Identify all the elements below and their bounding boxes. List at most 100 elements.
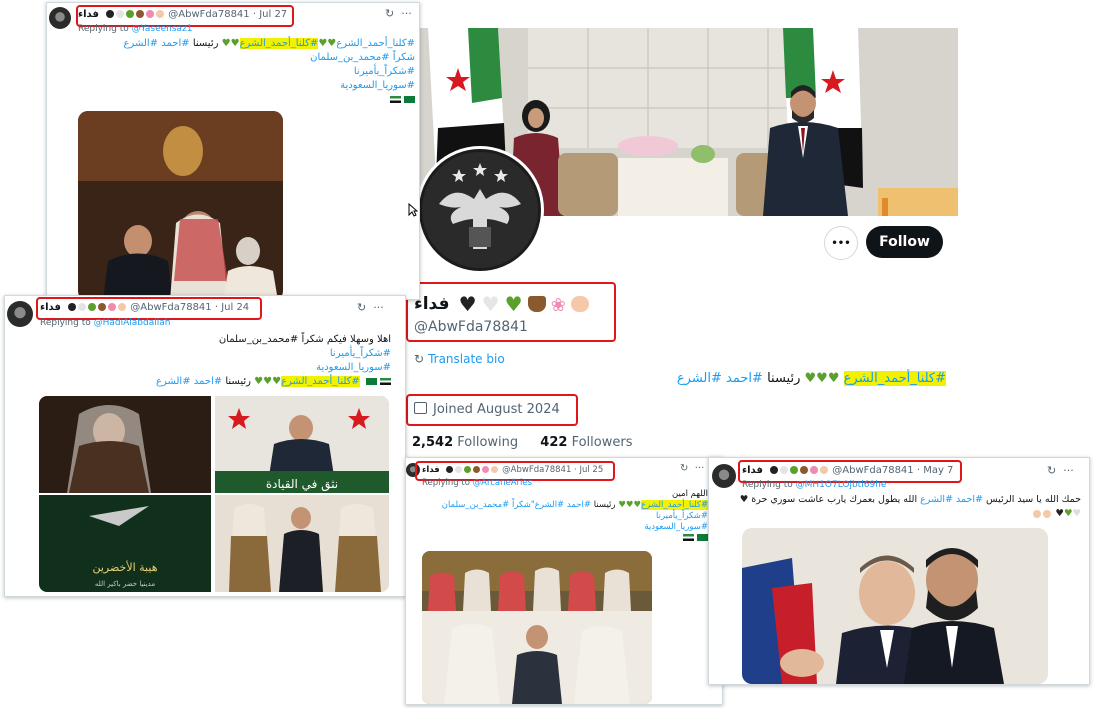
tweet-line-3: #سوريا_السعودية (316, 362, 391, 373)
tweet-text-word: رئيسنا (192, 38, 219, 49)
tweet-line-4: #سوريا_السعودية (644, 522, 708, 532)
avatar[interactable] (49, 7, 71, 29)
tweet-actions: ↻ ··· (680, 463, 704, 474)
tweet-line-2: شكراً #محمد_بن_سلمان (310, 52, 415, 63)
bio-hashtag-highlight[interactable]: #كلنا_أحمد_الشرع (843, 371, 946, 386)
hashtag[interactable]: #احمد #الشرع (920, 494, 983, 505)
profile-panel: ••• Follow فداء ♥ ♥ ♥ ❀ @AbwFda78841 ↻ Tr… (404, 28, 960, 464)
replying-to: Replying to @ArcaneAries (422, 478, 532, 488)
replying-to-handle[interactable]: @HadiAlabdallah (94, 318, 171, 328)
replying-prefix: Replying to (742, 480, 793, 490)
syria-flag-icon (380, 377, 391, 385)
tweet-text: #كلنا_أحمد_الشرع♥♥#كلنا_أحمد_الشرع♥♥ رئي… (75, 37, 415, 107)
saudi-flag-icon (697, 534, 708, 541)
image-caption-top: نثق في القيادة (266, 477, 338, 492)
following-link[interactable]: 2,542 Following (412, 435, 518, 450)
tweet-photo[interactable] (742, 528, 1048, 684)
tweet-line-1: #كلنا_أحمد_الشرع♥♥#كلنا_أحمد_الشرع♥♥ رئي… (123, 38, 415, 49)
tweet-line-3: #شكراً_يأميرنا (353, 66, 415, 77)
tweet-photo[interactable] (78, 111, 283, 299)
grok-icon[interactable]: ↻ (680, 463, 688, 474)
tweet-card-may7[interactable]: فداء @AbwFda78841 · May 7 ↻ ··· Replying… (708, 457, 1090, 685)
tweet-text: اللهم امين #كلنا_أحمد_الشرع♥♥♥ رئيسنا #ا… (418, 489, 708, 544)
hashtag[interactable]: #كلنا_أحمد_الشرع (336, 38, 415, 49)
more-icon[interactable]: ··· (401, 7, 412, 20)
grok-icon[interactable]: ↻ (357, 301, 366, 314)
following-label: Following (457, 435, 519, 450)
image-caption-small: مدينيا خضر باكير الله (95, 580, 155, 588)
hashtag[interactable]: #احمد #الشرع (156, 376, 222, 387)
flags-row (418, 533, 708, 544)
flags-row (75, 93, 415, 107)
more-icon[interactable]: ··· (695, 463, 705, 474)
replying-prefix: Replying to (422, 478, 470, 488)
profile-avatar[interactable] (416, 146, 544, 274)
tweet-text-word: رئيسنا (593, 500, 616, 510)
replying-to: Replying to @MH1O7LOjbtl69he (742, 480, 886, 490)
hashtag[interactable]: #احمد #الشرع (535, 500, 591, 510)
image-caption-bottom: هيبة الأخضرين (92, 560, 157, 574)
replying-prefix: Replying to (78, 24, 129, 34)
tweet-line-2: #كلنا_أحمد_الشرع♥♥♥ رئيسنا #احمد #الشرع"… (441, 500, 708, 510)
bio-hearts: ♥♥♥ (804, 371, 840, 386)
tweet-card-jul24[interactable]: فداء @AbwFda78841 · Jul 24 ↻ ··· Replyin… (4, 295, 406, 597)
profile-bio: #كلنا_أحمد_الشرع ♥♥♥ رئيسنا #احمد #الشرع (634, 371, 946, 386)
hashtag[interactable]: #احمد #الشرع (123, 38, 189, 49)
tweet-line-2: #شكراً_يأميرنا (329, 348, 391, 359)
saudi-flag-icon (366, 377, 377, 385)
tweet-text: حمك الله يا سيد الرئيس #احمد #الشرع الله… (731, 493, 1081, 521)
tweet-actions: ↻ ··· (357, 301, 384, 314)
tweet-card-jul27[interactable]: فداء @AbwFda78841 · Jul 27 ↻ ··· Replyin… (46, 2, 420, 300)
followers-label: Followers (571, 435, 633, 450)
tweet-line-3: #شكراً_يأميرنا (656, 511, 708, 521)
saudi-flag-icon (404, 95, 415, 103)
bio-hashtag-sharaa[interactable]: #الشرع (677, 371, 722, 386)
mouse-cursor-icon (408, 202, 419, 217)
following-count: 2,542 (412, 435, 454, 450)
tweet-line-4: #كلنا_أحمد_الشرع♥♥♥ رئيسنا #احمد #الشرع (31, 375, 391, 389)
replying-to-handle[interactable]: @Yaseensaz1 (132, 24, 193, 34)
grok-icon[interactable]: ↻ (385, 7, 394, 20)
tweet-text: اهلا وسهلا فيكم شكراً #محمد_بن_سلمان #شك… (31, 333, 391, 389)
profile-name-annotation (406, 282, 616, 342)
avatar[interactable] (7, 301, 33, 327)
tweet-actions: ↻ ··· (385, 7, 412, 20)
tweet-actions: ↻ ··· (1047, 464, 1074, 477)
avatar[interactable] (712, 464, 736, 488)
translate-icon: ↻ (414, 352, 425, 366)
hashtag[interactable]: "شكراً #محمد_بن_سلمان (442, 500, 535, 510)
tweet-text-word: حمك الله يا سيد الرئيس (986, 494, 1081, 505)
replying-prefix: Replying to (40, 318, 91, 328)
more-options-button[interactable]: ••• (824, 226, 858, 260)
tweet-card-jul25[interactable]: فداء @AbwFda78841 · Jul 25 ↻ ··· Replyin… (405, 457, 723, 705)
translate-label: Translate bio (428, 352, 505, 366)
victory-hand-icon (1033, 509, 1042, 518)
header-annotation (36, 297, 262, 320)
tweet-line-2: ♥♥♥ (731, 507, 1081, 521)
followers-link[interactable]: 422 Followers (540, 435, 632, 450)
more-icon[interactable]: ··· (373, 301, 384, 314)
follow-stats: 2,542 Following 422 Followers (412, 435, 632, 450)
followers-count: 422 (540, 435, 568, 450)
hashtag-highlight[interactable]: #كلنا_أحمد_الشرع (641, 500, 708, 510)
tweet-photo-grid[interactable]: نثق في القيادة هيبة الأخضرين مدينيا خضر … (39, 396, 389, 592)
hashtag-highlight[interactable]: #كلنا_أحمد_الشرع (281, 376, 360, 387)
follow-button[interactable]: Follow (866, 226, 943, 258)
tweet-text-word: رئيسنا (225, 376, 251, 387)
replying-to: Replying to @HadiAlabdallah (40, 318, 170, 328)
tweet-text-word: الله يطول بعمرك يارب عاشت سوري حرة (751, 494, 918, 505)
joined-annotation (406, 394, 578, 426)
tweet-line-1: اللهم امين (672, 489, 708, 499)
replying-to-handle[interactable]: @MH1O7LOjbtl69he (796, 480, 887, 490)
tweet-line-1: اهلا وسهلا فيكم شكراً #محمد_بن_سلمان (218, 334, 391, 345)
hands-icon (1043, 509, 1052, 518)
replying-to: Replying to @Yaseensaz1 (78, 24, 193, 34)
hashtag-highlight[interactable]: #كلنا_أحمد_الشرع (239, 38, 319, 49)
tweet-line-4: #سوريا_السعودية (340, 80, 415, 91)
tweet-photo[interactable] (422, 551, 652, 704)
replying-to-handle[interactable]: @ArcaneAries (473, 478, 532, 488)
translate-bio-link[interactable]: ↻ Translate bio (414, 352, 505, 366)
more-icon[interactable]: ··· (1063, 464, 1074, 477)
grok-icon[interactable]: ↻ (1047, 464, 1056, 477)
bio-hashtag-ahmad[interactable]: #احمد (726, 371, 763, 386)
